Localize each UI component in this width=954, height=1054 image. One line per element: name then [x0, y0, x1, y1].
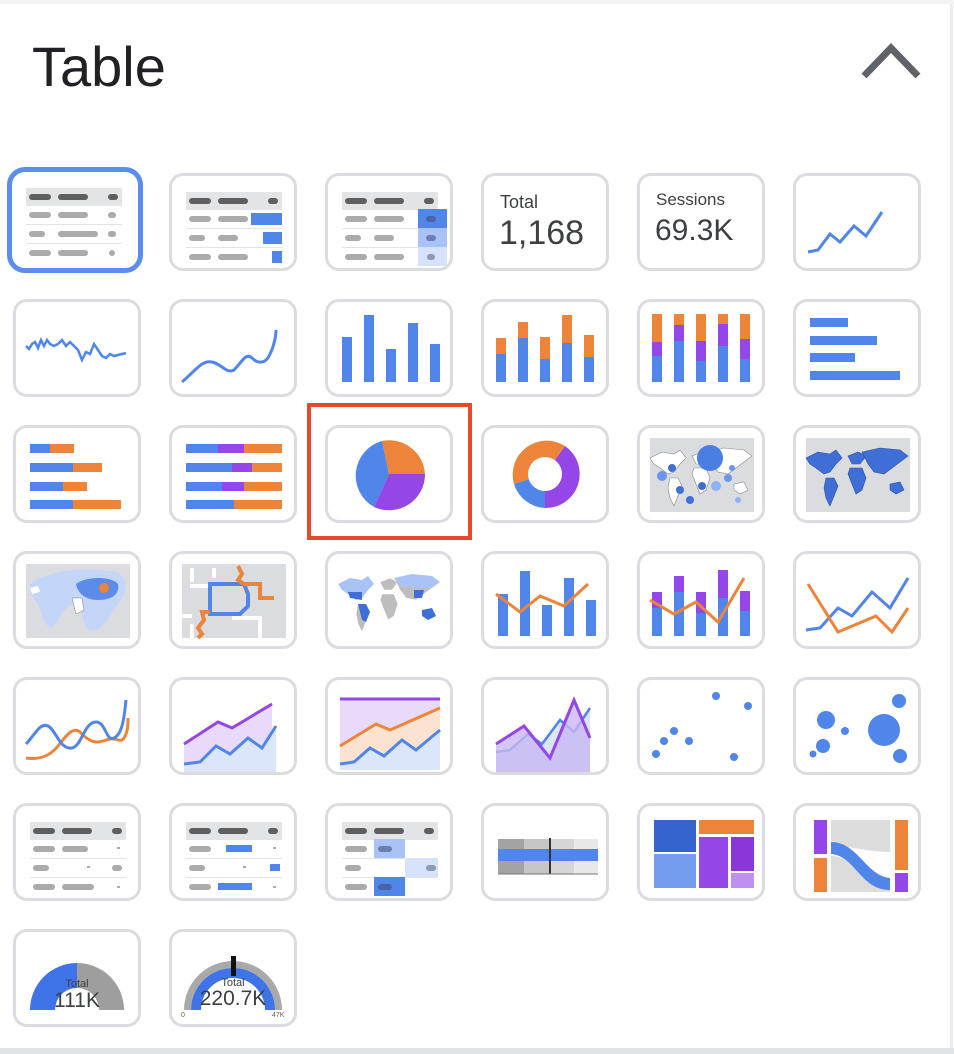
- scorecard-metric-label: Total: [500, 192, 539, 212]
- line-map-chart-icon: [182, 564, 286, 640]
- bar-chart-icon: [810, 318, 900, 380]
- 100-stacked-area-chart-icon: [339, 697, 441, 770]
- pie-chart-icon: [355, 440, 426, 511]
- chart-type-stacked-bar[interactable]: [13, 425, 141, 523]
- collapse-button[interactable]: [858, 40, 924, 84]
- stacked-combo-chart-icon: [649, 570, 750, 636]
- chart-type-combo[interactable]: [481, 551, 609, 649]
- smoothed-line-chart-icon: [24, 699, 130, 760]
- bullet-chart-icon: [498, 838, 598, 875]
- chart-type-scorecard-compact[interactable]: Sessions 69.3K: [637, 173, 765, 271]
- chart-type-stacked-area[interactable]: [169, 677, 297, 775]
- chart-type-sankey[interactable]: [793, 803, 921, 901]
- pivot-table-chart-icon: [30, 822, 126, 890]
- chart-type-pivot-table[interactable]: [13, 803, 141, 901]
- chart-type-scatter[interactable]: [637, 677, 765, 775]
- chart-type-smoothed-line[interactable]: [13, 677, 141, 775]
- chart-type-100-stacked-column[interactable]: [637, 299, 765, 397]
- chart-type-bubble-map[interactable]: [637, 425, 765, 523]
- geo-chart-chart-icon: [337, 573, 441, 633]
- sankey-chart-icon: [814, 820, 908, 892]
- chart-type-100-stacked-bar[interactable]: [169, 425, 297, 523]
- heatmap-map-chart-icon: [26, 564, 130, 638]
- column-chart-icon: [342, 315, 440, 382]
- 100-stacked-column-chart-icon: [652, 314, 750, 382]
- scorecard-metric-label: Sessions: [656, 190, 725, 209]
- chart-type-donut[interactable]: [481, 425, 609, 523]
- pivot-table-bars-chart-icon: [186, 822, 282, 890]
- table-chart-icon: [26, 188, 122, 256]
- chart-type-bubble[interactable]: [793, 677, 921, 775]
- treemap-chart-icon: [654, 820, 754, 888]
- bottom-divider: [0, 1048, 954, 1054]
- chart-type-line[interactable]: [793, 551, 921, 649]
- pivot-table-heatmap-chart-icon: [342, 822, 438, 896]
- chart-type-pie[interactable]: [325, 425, 453, 523]
- line-chart-icon: [805, 577, 910, 635]
- series-line: [807, 211, 884, 254]
- combo-chart-icon: [495, 571, 596, 636]
- chart-type-bar[interactable]: [793, 299, 921, 397]
- gauge-min-label: 0: [181, 1012, 185, 1019]
- donut-chart-icon: [512, 440, 580, 509]
- chart-type-smoothed-time-series[interactable]: [169, 299, 297, 397]
- scorecard-metric-value: 1,168: [499, 214, 585, 252]
- chart-type-sparkline[interactable]: [13, 299, 141, 397]
- chart-type-line-map[interactable]: [169, 551, 297, 649]
- chart-type-heatmap-map[interactable]: [13, 551, 141, 649]
- stacked-bar-chart-icon: [30, 444, 121, 509]
- chart-type-bullet[interactable]: [481, 803, 609, 901]
- table-heatmap-chart-icon: [342, 192, 447, 266]
- chart-type-table-heatmap[interactable]: [325, 173, 453, 271]
- bubble-map-chart-icon: [649, 438, 754, 512]
- gauge-metric-value: 220.7K: [199, 987, 267, 1010]
- chart-type-scorecard[interactable]: Total 1,168: [481, 173, 609, 271]
- scatter-chart-icon: [652, 692, 752, 761]
- chart-type-gauge[interactable]: Total 111K: [13, 929, 141, 1027]
- chart-type-treemap[interactable]: [637, 803, 765, 901]
- chart-type-table[interactable]: [7, 167, 143, 273]
- gauge-metric-value: 111K: [54, 989, 100, 1012]
- chart-type-stacked-combo[interactable]: [637, 551, 765, 649]
- gauge-max-label: 47K: [272, 1012, 285, 1019]
- section-title: Table: [32, 35, 166, 98]
- area-chart-icon: [495, 696, 592, 772]
- chart-type-filled-map[interactable]: [793, 425, 921, 523]
- chevron-up-icon: [861, 42, 921, 79]
- smoothed-time-series-chart-icon: [181, 329, 278, 384]
- chart-type-geo-chart[interactable]: [325, 551, 453, 649]
- chart-type-100-stacked-area[interactable]: [325, 677, 453, 775]
- stacked-area-chart-icon: [183, 702, 278, 772]
- table-bars-chart-icon: [186, 192, 282, 263]
- chart-type-stacked-column[interactable]: [481, 299, 609, 397]
- chart-type-gauge-range[interactable]: Total 220.7K 0 47K: [169, 929, 297, 1027]
- filled-map-chart-icon: [805, 438, 910, 512]
- bubble-chart-icon: [809, 694, 907, 763]
- chart-type-pivot-table-bars[interactable]: [169, 803, 297, 901]
- stacked-column-chart-icon: [496, 315, 594, 382]
- sparkline-chart-icon: [25, 336, 127, 364]
- pie-slice-orange: [382, 440, 425, 474]
- scorecard-metric-value: 69.3K: [655, 214, 734, 247]
- chart-type-time-series[interactable]: [793, 173, 921, 271]
- chart-type-area[interactable]: [481, 677, 609, 775]
- chart-type-table-bars[interactable]: [169, 173, 297, 271]
- 100-stacked-bar-chart-icon: [186, 444, 282, 509]
- chart-type-column[interactable]: [325, 299, 453, 397]
- time-series-chart-icon: [807, 211, 884, 254]
- chart-type-pivot-table-heatmap[interactable]: [325, 803, 453, 901]
